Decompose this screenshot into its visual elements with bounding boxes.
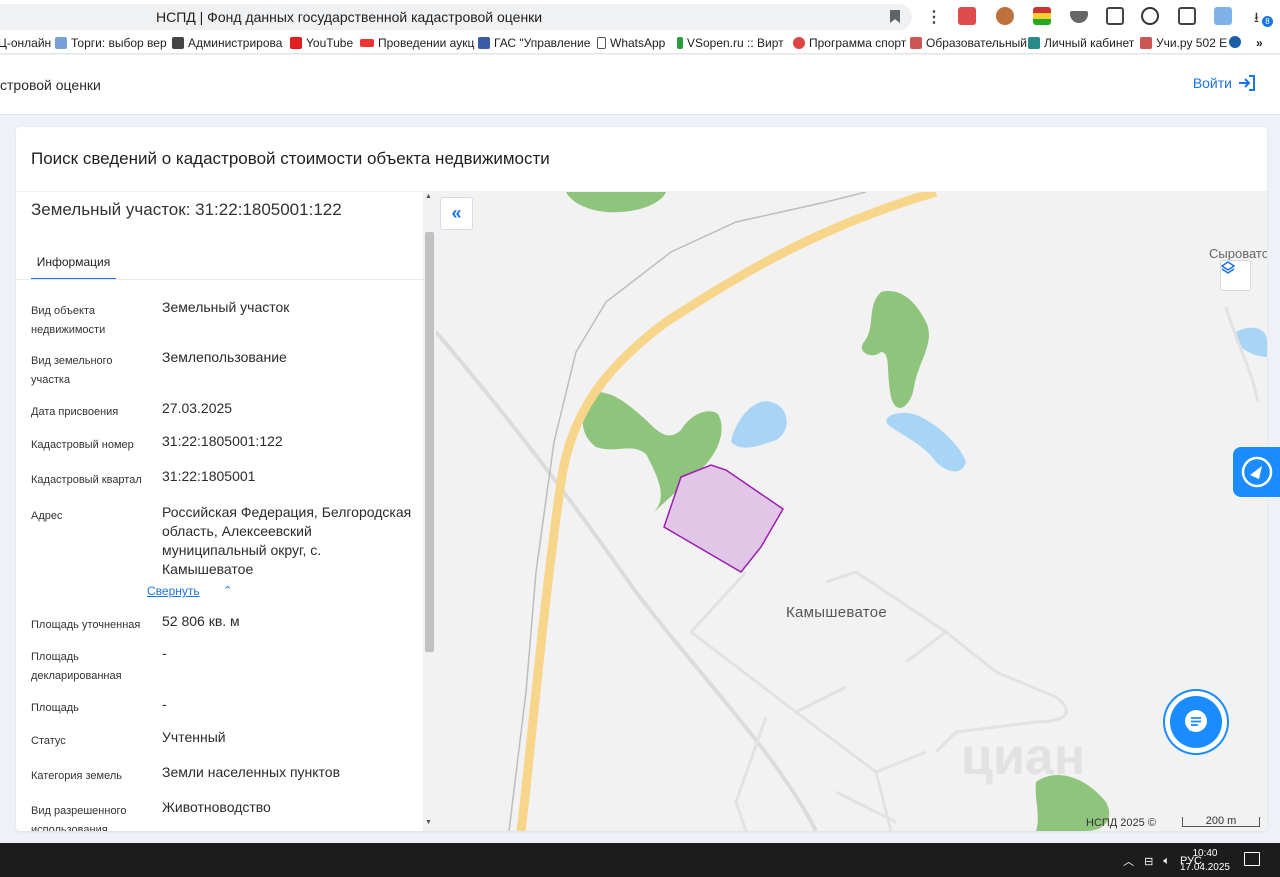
bookmark-item[interactable]: Ц-онлайн [0,36,51,50]
field-value: 52 806 кв. м [162,613,240,629]
field-label: Дата присвоения [31,406,119,418]
layers-icon [1221,261,1235,274]
clock-time: 10:40 [1192,848,1218,859]
scroll-up-icon[interactable]: ▲ [425,193,432,200]
site-header: стровой оценки Войти [0,55,1280,115]
field-label: Вид земельного участка [31,355,113,386]
field-label: Кадастровый квартал [31,474,142,486]
bookmark-item[interactable] [1229,36,1241,48]
map-canvas[interactable] [436,192,1267,831]
field-value: Земельный участок [162,299,290,315]
forest-area [861,291,929,408]
field-value: 27.03.2025 [162,400,233,416]
field-label: Площадь [31,702,79,714]
field-value: 31:22:1805001 [162,468,256,484]
divider [16,279,436,280]
field-value: - [162,696,167,712]
layers-button[interactable] [1220,260,1251,291]
map-credit: НСПД 2025 © [1086,817,1156,829]
village-label: Камышеватое [786,604,888,621]
info-panel: Земельный участок: 31:22:1805001:122 Инф… [16,192,436,831]
bookmark-star-icon[interactable] [890,10,900,23]
chat-icon [1185,710,1207,732]
volume-icon[interactable]: 🔈︎ [1163,855,1170,868]
field-value: - [162,645,167,661]
address-bar[interactable]: НСПД | Фонд данных государственной кадас… [0,4,912,30]
field-value: 31:22:1805001:122 [162,433,283,449]
bookmark-item[interactable]: VSopen.ru :: Вирт [677,36,784,50]
chevron-up-icon[interactable]: ⌃ [223,584,232,597]
feedback-icon [1241,456,1272,488]
flag-extension-icon[interactable] [1033,7,1051,25]
chat-button[interactable] [1170,696,1222,748]
bookmark-item[interactable]: Учи.ру 502 Е [1140,36,1227,50]
watermark: циан [961,728,1086,786]
field-label: Категория земель [31,770,122,782]
bookmark-item[interactable]: Администрирова [172,36,282,50]
scroll-down-icon[interactable]: ▼ [425,819,432,826]
map-view[interactable]: Камышеватое Сыровато циан « НСПД 2025 © … [436,192,1267,831]
bookmark-item[interactable]: WhatsApp [597,36,665,50]
place-label: Сыровато [1209,246,1267,261]
field-value: Животноводство [162,799,271,815]
extension-icon[interactable] [996,7,1014,25]
lake [1236,327,1267,357]
field-label: Кадастровый номер [31,439,134,451]
land-parcel[interactable] [663,464,784,573]
field-label: Статус [31,735,66,747]
pdf-extension-icon[interactable] [958,7,976,25]
site-title[interactable]: стровой оценки [0,77,101,93]
notifications-icon[interactable] [1244,852,1260,866]
bookmark-item[interactable]: Образовательный [910,36,1027,50]
clock[interactable]: 10:40 17.04.2025 [1180,847,1230,875]
forest-area [566,192,666,213]
network-icon[interactable]: ⊟ [1144,855,1153,868]
field-value: Учтенный [162,729,226,745]
road [1224,306,1260,403]
taskbar: ︿ ⊟ 🔈︎ РУС 10:40 17.04.2025 [0,843,1280,877]
field-label: Вид разрешенного использования [31,805,127,831]
bookmark-item[interactable]: Программа спорт [793,36,906,50]
menu-icon[interactable]: ⋮ [926,7,942,27]
card-title: Поиск сведений о кадастровой стоимости о… [31,149,550,168]
lake [886,412,966,472]
login-arrow-icon [1239,75,1255,91]
field-label: Вид объекта недвижимости [31,305,106,336]
lake [731,401,787,448]
chevron-up-icon[interactable]: ︿ [1123,853,1134,869]
field-label: Адрес [31,510,63,522]
collapse-panel-button[interactable]: « [440,197,473,230]
download-badge: 8 [1262,16,1273,27]
extension-icon[interactable] [1214,7,1232,25]
tab-title: НСПД | Фонд данных государственной кадас… [156,9,543,25]
feedback-side-button[interactable] [1233,447,1280,497]
puzzle-icon[interactable] [1106,7,1124,25]
field-value: Земли населенных пунктов [162,764,341,780]
field-value: Землепользование [162,349,287,365]
bookmark-item[interactable]: Торги: выбор вер [55,36,167,50]
bookmark-item[interactable]: Личный кабинет [1028,36,1134,50]
scroll-thumb[interactable] [425,232,434,652]
more-bookmarks-button[interactable]: » [1256,36,1263,50]
field-label: Площадь декларированная [31,651,122,682]
collapse-link[interactable]: Свернуть [147,584,200,598]
extension-icon[interactable] [1070,11,1088,23]
tab-information[interactable]: Информация [31,248,116,280]
address-value: Российская Федерация, Белгородская облас… [162,504,412,577]
bookmark-item[interactable]: YouTube [290,36,353,50]
panel-scrollbar[interactable]: ▲ ▼ [423,192,436,831]
bookmark-item[interactable]: ГАС "Управление [478,36,590,50]
bookmarks-bar: Ц-онлайн Торги: выбор вер Администрирова… [0,34,1280,54]
login-button[interactable]: Войти [1193,75,1256,91]
extension-icon[interactable] [1178,7,1196,25]
search-card: Поиск сведений о кадастровой стоимости о… [16,127,1267,831]
media-icon[interactable] [1141,7,1159,25]
clock-date: 17.04.2025 [1179,862,1230,873]
object-title: Земельный участок: 31:22:1805001:122 [31,200,342,219]
login-label: Войти [1192,75,1232,91]
field-label: Площадь уточненная [31,619,141,631]
map-scale: 200 m [1182,816,1260,827]
browser-toolbar: НСПД | Фонд данных государственной кадас… [0,0,1280,34]
bookmark-item[interactable]: Проведении аукц [360,36,474,50]
